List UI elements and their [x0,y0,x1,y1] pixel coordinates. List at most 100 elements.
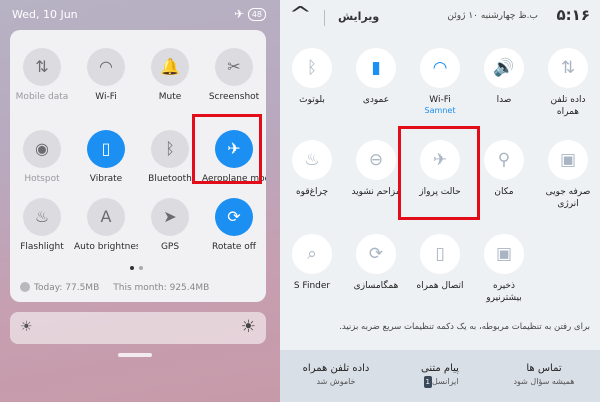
power-saving-icon: ▣ [548,140,588,180]
collapse-chevron-icon[interactable]: ^ [289,2,312,26]
data-usage-icon [20,282,30,292]
header-ampm: ب.ظ [518,11,538,21]
quick-tile-label: همگامسازی [353,281,399,291]
hint-text: برای رفتن به تنظیمات مربوطه، به یک دکمه … [339,322,590,332]
sim-setting-item[interactable]: پیام متنی ایرانسل1 [390,362,490,388]
gps-icon: ➤ [151,198,189,236]
quick-tile-bell[interactable]: 🔔 Mute [138,48,202,102]
status-bar: Wed, 10 Jun ✈ 48 [12,7,266,22]
quick-tile-label: Screenshot [208,92,260,102]
bluetooth-icon: ᛒ [292,48,332,88]
quick-tile-label: حالت پرواز [419,187,461,197]
quick-tile-location[interactable]: ⚲ مکان [472,140,536,198]
data-usage: Today: 77.5MB This month: 925.4MB [20,282,209,293]
quick-tile-label: صدا [496,95,512,105]
quick-tile-sound[interactable]: 🔊 صدا [472,48,536,106]
quick-tile-airplane[interactable]: ✈ Aeroplane mode [202,130,266,184]
quick-tile-label: Mobile data [15,92,69,102]
quick-tile-wifi[interactable]: ◠ Wi-Fi [74,48,138,102]
quick-tile-flashlight[interactable]: ♨ چراغ‌قوه [280,140,344,198]
quick-tile-label: اتصال همراه [416,281,464,291]
mobile-data-icon: ⇅ [548,48,588,88]
quick-tile-vibrate[interactable]: ▯ Vibrate [74,130,138,184]
quick-tile-rotate-lock[interactable]: ⟳ Rotate off [202,198,266,252]
panel-drag-handle[interactable] [118,353,152,357]
brightness-slider[interactable]: ☀ ☀ [10,312,266,344]
quick-tile-label: S Finder [293,281,331,291]
sim-setting-item[interactable]: داده تلفن همراه خاموش شد [286,362,386,388]
header-divider [324,10,325,26]
quick-tile-mobile-connect[interactable]: ▯ اتصال همراه [408,234,472,292]
quick-tile-label: چراغ‌قوه [295,187,329,197]
sim-setting-item[interactable]: تماس ها همیشه سؤال شود [494,362,594,388]
quick-tile-wifi[interactable]: ◠ Wi-Fi Samnet [408,48,472,116]
status-airplane-icon: ✈ [233,7,244,21]
portrait-lock-icon: ▮ [356,48,396,88]
battery-badge: 48 [247,8,266,21]
quick-tile-label: Rotate off [211,242,257,252]
sim-settings-bar: داده تلفن همراه خاموش شد پیام متنی ایرانسل1… [280,350,600,402]
header-clock: ۵:۱۶ [556,6,590,24]
quick-tile-label: عمودی [362,95,390,105]
quick-tile-label: Vibrate [89,174,123,184]
wifi-icon: ◠ [420,48,460,88]
quick-tile-portrait-lock[interactable]: ▮ عمودی [344,48,408,106]
do-not-disturb-icon: ⊖ [356,140,396,180]
sim-setting-title: تماس ها [526,363,562,374]
quick-tile-label: Wi-Fi [429,95,451,105]
sync-icon: ⟳ [356,234,396,274]
quick-tile-label: مکان [494,187,514,197]
header-date: ب.ظ چهارشنبه ۱۰ ژوئن [447,11,538,21]
quick-tile-hotspot[interactable]: ◉ Hotspot [10,130,74,184]
quick-tile-label: Flashlight [20,242,64,252]
quick-tile-label: Auto brightness [74,242,138,252]
sim-setting-value-text: ایرانسل [431,377,459,386]
quick-tile-label: ذخیره بیشترنیرو [486,281,522,303]
quick-tile-mobile-data[interactable]: ⇅ داده تلفن همراه [536,48,600,118]
quick-settings-card: ⇅ Mobile data ◠ Wi-Fi 🔔 Mute ✂ Screenshot ◉ Hotsp… [10,30,266,302]
quick-tile-label: Bluetooth [148,174,192,184]
quick-tile-bluetooth[interactable]: ᛒ Bluetooth [138,130,202,184]
sim-setting-value-text: خاموش شد [316,377,356,386]
sim-setting-value: ایرانسل1 [390,376,490,388]
quick-tile-ultra-power-saving[interactable]: ▣ ذخیره بیشترنیرو [472,234,536,304]
sim-setting-value: خاموش شد [286,376,386,388]
sim-setting-value-text: همیشه سؤال شود [513,377,575,386]
quick-tile-label: GPS [160,242,180,252]
airplane-icon: ✈ [420,140,460,180]
quick-tile-power-saving[interactable]: ▣ صرفه جویی انرژی [536,140,600,210]
bell-icon: 🔔 [151,48,189,86]
sim-slot-badge: 1 [423,376,432,388]
quick-tile-label: مزاحم نشوید [351,187,401,197]
brightness-low-icon: ☀ [20,319,33,335]
quick-tile-auto-brightness[interactable]: A Auto brightness [74,198,138,252]
quick-tile-search[interactable]: ⌕ S Finder [280,234,344,292]
quick-tile-screenshot[interactable]: ✂ Screenshot [202,48,266,102]
left-quick-panel: Wed, 10 Jun ✈ 48 ⇅ Mobile data ◠ Wi-Fi 🔔 Mute… [0,0,280,402]
quick-tile-gps[interactable]: ➤ GPS [138,198,202,252]
quick-tile-label: Mute [158,92,182,102]
quick-tile-bluetooth[interactable]: ᛒ بلوتوث [280,48,344,106]
rotate-lock-icon: ⟳ [215,198,253,236]
usage-month: This month: 925.4MB [113,283,210,293]
page-dot-active[interactable] [130,266,134,270]
usage-today: Today: 77.5MB [34,283,100,293]
brightness-high-icon: ☀ [240,317,256,337]
quick-tile-label: Hotspot [24,174,60,184]
wifi-icon: ◠ [87,48,125,86]
screenshot-icon: ✂ [215,48,253,86]
quick-tile-do-not-disturb[interactable]: ⊖ مزاحم نشوید [344,140,408,198]
quick-tile-airplane[interactable]: ✈ حالت پرواز [408,140,472,198]
quick-tile-flashlight[interactable]: ♨ Flashlight [10,198,74,252]
flashlight-icon: ♨ [292,140,332,180]
quick-tile-label: داده تلفن همراه [550,95,586,117]
page-dot[interactable] [139,266,143,270]
edit-button[interactable]: ویرایش [338,10,379,23]
panel-header: ^ ویرایش ب.ظ چهارشنبه ۱۰ ژوئن ۵:۱۶ [280,0,600,36]
mobile-connect-icon: ▯ [420,234,460,274]
quick-tile-mobile-data[interactable]: ⇅ Mobile data [10,48,74,102]
status-date: Wed, 10 Jun [12,8,78,21]
airplane-icon: ✈ [215,130,253,168]
header-date-text: چهارشنبه ۱۰ ژوئن [447,11,516,21]
quick-tile-sync[interactable]: ⟳ همگامسازی [344,234,408,292]
